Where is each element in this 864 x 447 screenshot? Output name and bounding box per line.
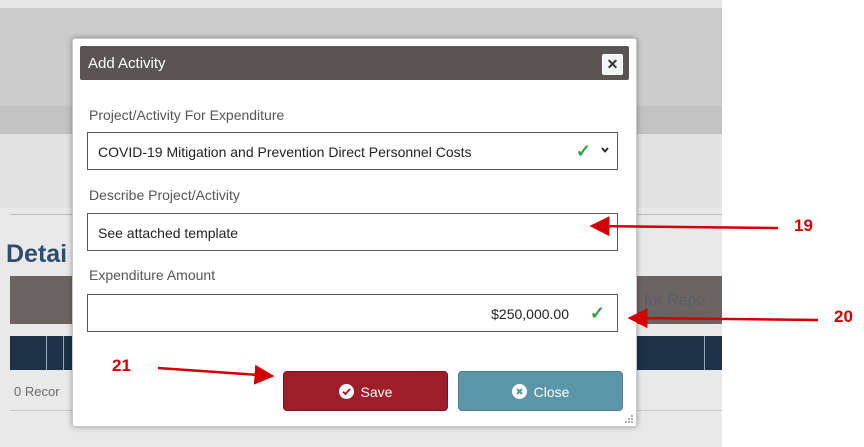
annotation-arrows — [157, 216, 819, 385]
arrow-19 — [589, 216, 779, 237]
annotation-label-20: 20 — [834, 307, 853, 326]
annotation-label-21: 21 — [112, 356, 131, 375]
arrow-20 — [627, 308, 819, 329]
arrow-21 — [157, 364, 275, 385]
annotation-label-19: 19 — [794, 216, 813, 235]
